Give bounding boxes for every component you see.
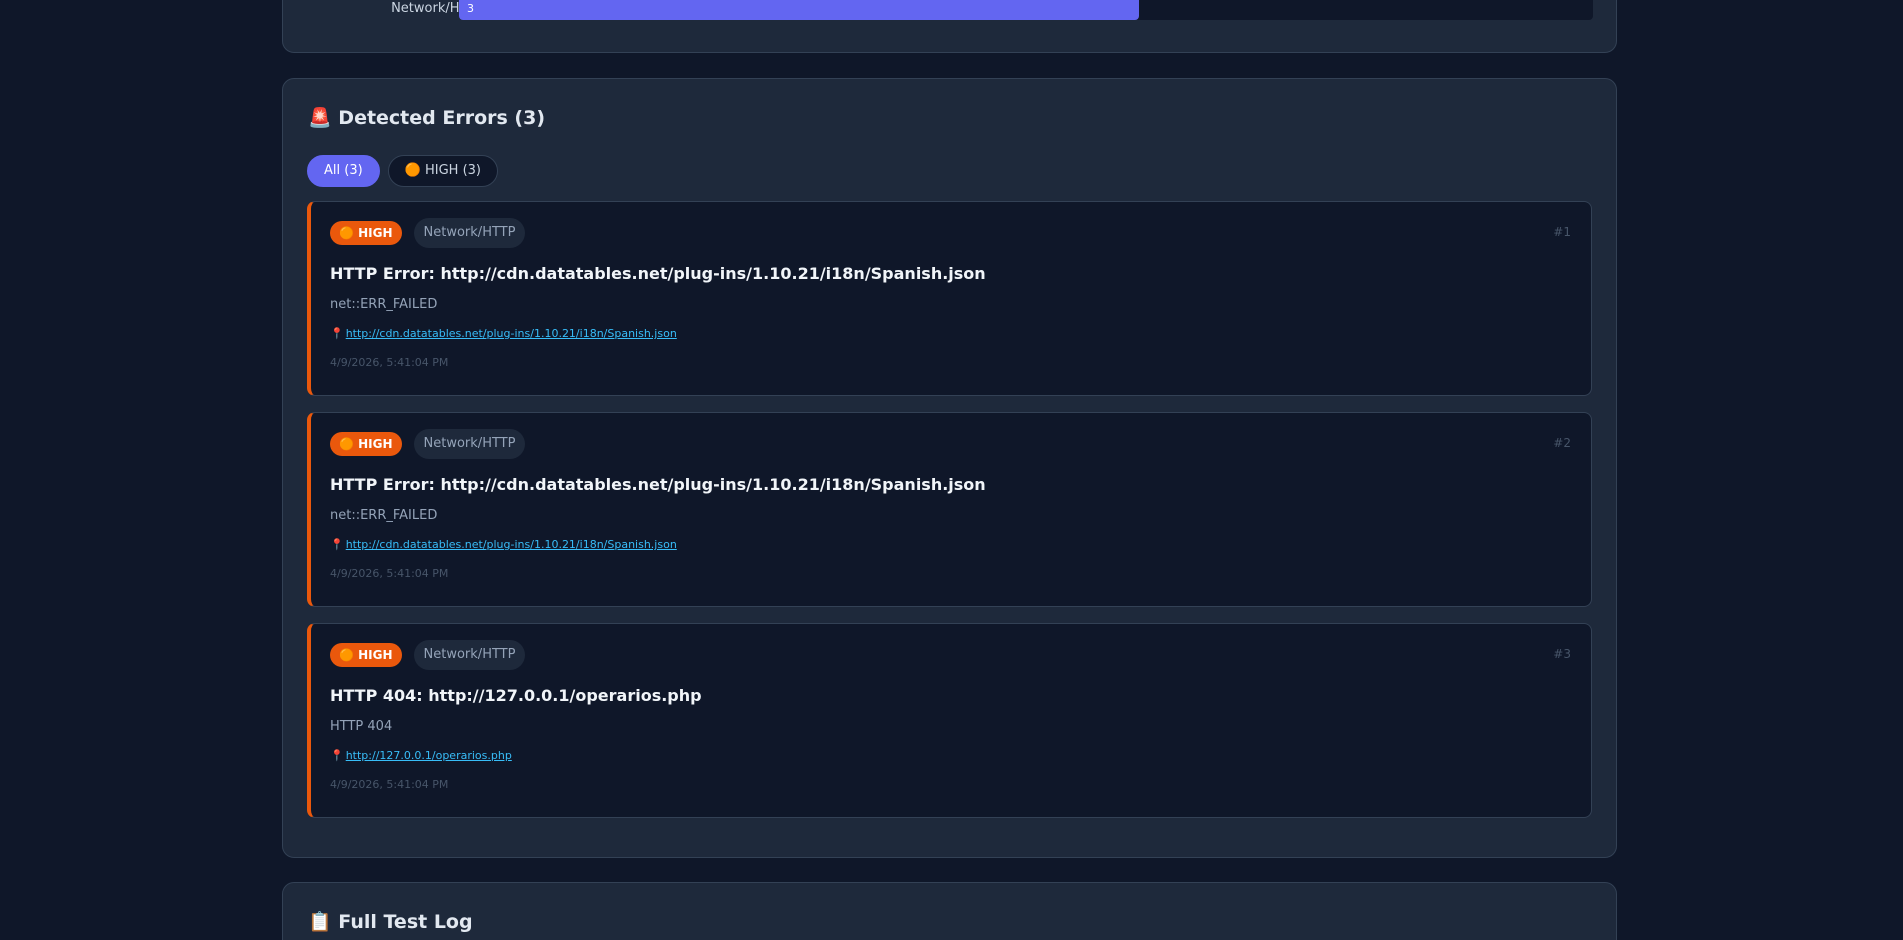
error-title: HTTP 404: http://127.0.0.1/operarios.php	[330, 686, 702, 705]
errors-title-text: Detected Errors (3)	[338, 107, 546, 129]
error-location-link[interactable]: http://127.0.0.1/operarios.php	[346, 749, 512, 762]
error-index: #2	[1553, 436, 1571, 450]
error-timestamp: 4/9/2026, 5:41:04 PM	[330, 567, 449, 580]
error-location: 📍 http://cdn.datatables.net/plug-ins/1.10…	[330, 327, 677, 340]
log-section-title: 📋 Full Test Log	[308, 910, 473, 933]
category-breakdown-panel: Network/HTTP 3	[282, 0, 1617, 53]
siren-icon: 🚨	[308, 107, 332, 129]
severity-badge: 🟠 HIGH	[330, 432, 402, 456]
error-index: #1	[1553, 225, 1571, 239]
clipboard-icon: 📋	[308, 911, 332, 933]
severity-badge: 🟠 HIGH	[330, 643, 402, 667]
detected-errors-panel: 🚨 Detected Errors (3) All (3) 🟠 HIGH (3)…	[282, 78, 1617, 858]
error-card: 🟠 HIGH Network/HTTP #3 HTTP 404: http://…	[307, 623, 1592, 818]
filter-high-button[interactable]: 🟠 HIGH (3)	[387, 155, 498, 187]
error-timestamp: 4/9/2026, 5:41:04 PM	[330, 356, 449, 369]
error-tags: 🟠 HIGH Network/HTTP	[330, 218, 526, 248]
error-card: 🟠 HIGH Network/HTTP #2 HTTP Error: http:…	[307, 412, 1592, 607]
severity-filter-bar: All (3) 🟠 HIGH (3)	[307, 155, 498, 187]
category-bar-track: 3	[459, 0, 1593, 20]
category-bar-value: 3	[467, 2, 474, 15]
error-message: net::ERR_FAILED	[330, 508, 438, 523]
error-title: HTTP Error: http://cdn.datatables.net/pl…	[330, 475, 986, 494]
category-bar-row: Network/HTTP 3	[283, 0, 1616, 22]
pin-icon: 📍	[330, 538, 344, 551]
log-title-text: Full Test Log	[338, 911, 473, 933]
pin-icon: 📍	[330, 749, 344, 762]
error-index: #3	[1553, 647, 1571, 661]
error-title: HTTP Error: http://cdn.datatables.net/pl…	[330, 264, 986, 283]
error-timestamp: 4/9/2026, 5:41:04 PM	[330, 778, 449, 791]
errors-section-title: 🚨 Detected Errors (3)	[308, 106, 545, 129]
category-badge: Network/HTTP	[413, 640, 526, 670]
error-location-link[interactable]: http://cdn.datatables.net/plug-ins/1.10.…	[346, 538, 677, 551]
error-tags: 🟠 HIGH Network/HTTP	[330, 429, 526, 459]
category-badge: Network/HTTP	[413, 429, 526, 459]
error-location: 📍 http://127.0.0.1/operarios.php	[330, 749, 512, 762]
category-bar-fill: 3	[459, 0, 1140, 20]
pin-icon: 📍	[330, 327, 344, 340]
error-message: HTTP 404	[330, 719, 393, 734]
error-location-link[interactable]: http://cdn.datatables.net/plug-ins/1.10.…	[346, 327, 677, 340]
category-badge: Network/HTTP	[413, 218, 526, 248]
severity-badge: 🟠 HIGH	[330, 221, 402, 245]
error-tags: 🟠 HIGH Network/HTTP	[330, 640, 526, 670]
full-test-log-panel: 📋 Full Test Log	[282, 882, 1617, 940]
error-card: 🟠 HIGH Network/HTTP #1 HTTP Error: http:…	[307, 201, 1592, 396]
error-message: net::ERR_FAILED	[330, 297, 438, 312]
report-page: Network/HTTP 3 🚨 Detected Errors (3) All…	[0, 0, 1903, 940]
error-location: 📍 http://cdn.datatables.net/plug-ins/1.10…	[330, 538, 677, 551]
filter-all-button[interactable]: All (3)	[307, 155, 380, 187]
